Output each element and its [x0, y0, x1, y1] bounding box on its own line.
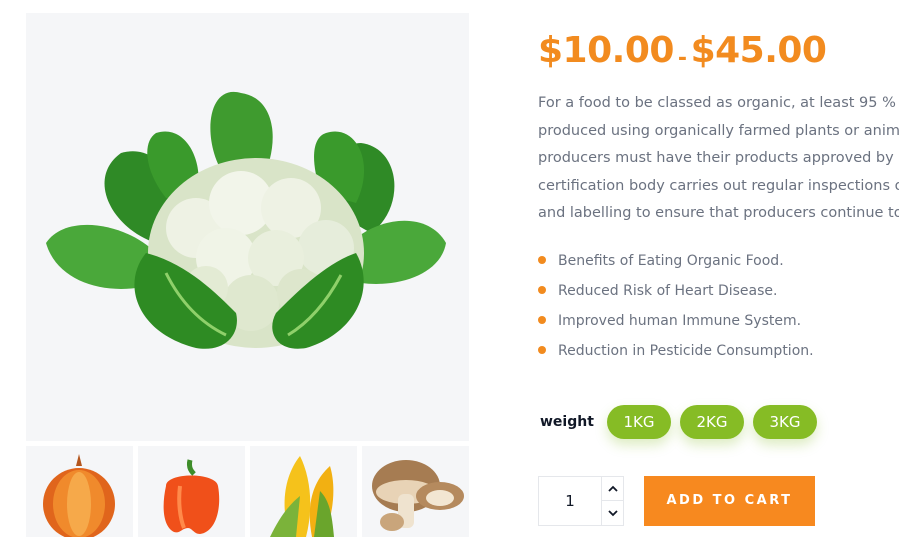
description-line: and labelling to ensure that producers c… [538, 205, 899, 221]
feature-list: Benefits of Eating Organic Food. Reduced… [538, 250, 814, 370]
price-separator: - [677, 46, 687, 71]
quantity-stepper: 1 [538, 476, 624, 526]
description-line: producers must have their products appro… [538, 150, 899, 166]
weight-option-2kg[interactable]: 2KG [680, 405, 744, 439]
thumbnail-bell-pepper[interactable] [138, 446, 245, 537]
product-description: For a food to be classed as organic, at … [538, 90, 899, 230]
bullet-dot-icon [538, 316, 546, 324]
feature-item: Reduction in Pesticide Consumption. [538, 340, 814, 370]
bell-pepper-image [163, 459, 220, 534]
feature-text: Reduced Risk of Heart Disease. [558, 283, 778, 299]
quantity-increase-button[interactable] [601, 477, 624, 501]
corn-image [270, 456, 334, 537]
quantity-input[interactable]: 1 [539, 477, 601, 525]
feature-text: Improved human Immune System. [558, 313, 802, 329]
feature-item: Benefits of Eating Organic Food. [538, 250, 814, 280]
add-to-cart-button[interactable]: ADD TO CART [644, 476, 815, 526]
price-range: $10.00- $45.00 [538, 30, 827, 76]
bullet-dot-icon [538, 256, 546, 264]
price-max: $45.00 [690, 30, 827, 71]
weight-option-3kg[interactable]: 3KG [753, 405, 817, 439]
product-main-image[interactable] [26, 13, 469, 441]
description-line: produced using organically farmed plants… [538, 122, 899, 139]
thumbnail-onion[interactable] [26, 446, 133, 537]
chevron-up-icon [608, 485, 618, 492]
thumbnail-corn[interactable] [250, 446, 357, 537]
onion-image [43, 454, 115, 537]
chevron-down-icon [608, 509, 618, 516]
feature-text: Benefits of Eating Organic Food. [558, 253, 784, 269]
feature-item: Improved human Immune System. [538, 310, 814, 340]
description-line: certification body carries out regular i… [538, 177, 899, 194]
bullet-dot-icon [538, 346, 546, 354]
weight-option-1kg[interactable]: 1KG [607, 405, 671, 439]
weight-label: weight [540, 414, 594, 430]
thumbnail-strip [26, 446, 469, 537]
feature-item: Reduced Risk of Heart Disease. [538, 280, 814, 310]
price-min: $10.00 [538, 30, 674, 71]
cauliflower-image [46, 91, 446, 349]
mushroom-image [372, 460, 464, 531]
quantity-decrease-button[interactable] [601, 501, 624, 525]
description-line: For a food to be classed as organic, at … [538, 95, 899, 111]
bullet-dot-icon [538, 286, 546, 294]
feature-text: Reduction in Pesticide Consumption. [558, 343, 814, 359]
thumbnail-mushroom[interactable] [362, 446, 469, 537]
